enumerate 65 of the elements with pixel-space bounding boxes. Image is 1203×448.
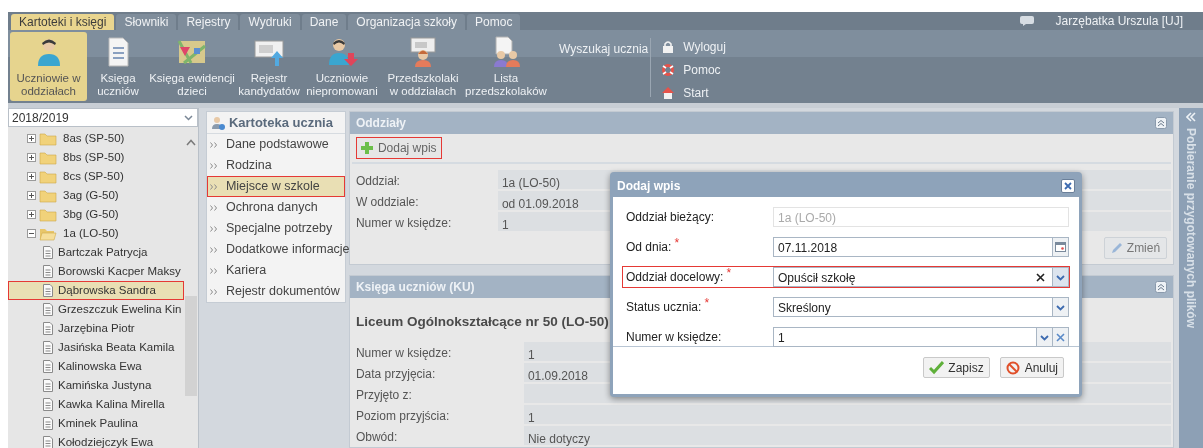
school-name: Liceum Ogólnokształcące nr 50 (LO-50) [354,313,610,331]
nav-item[interactable]: Dane podstawowe [206,134,345,155]
field-label: Przyjęto z: [354,387,413,404]
tree-node[interactable]: Kalinowska Ewa [8,357,184,376]
change-button[interactable]: Zmień [1103,237,1168,259]
session-link[interactable]: Pomoc [683,61,721,79]
field-label: Status ucznia: [626,299,702,316]
nav-item[interactable]: Kariera [206,260,345,281]
tree-node[interactable]: 3bg (G-50) [8,205,184,224]
field-label: W oddziale: [354,194,420,210]
tree-node[interactable]: Kołodziejczyk Ewa [8,433,184,448]
tree-node[interactable]: Kamińska Justyna [8,376,184,395]
nav-item[interactable]: Rodzina [206,155,345,176]
tree-node[interactable]: Dąbrowska Sandra [8,281,184,300]
tree-node[interactable]: 1a (LO-50) [8,224,184,243]
menu-tab[interactable]: Kartoteki i księgi [11,14,115,30]
input-field[interactable]: 07.11.2018 [773,237,1069,257]
tree-node[interactable]: Kminek Paulina [8,414,184,433]
field-label: Oddział docelowy: [626,269,724,286]
field-label: Od dnia: [626,239,672,256]
field-label: Obwód: [354,429,399,446]
field-label: Data przyjęcia: [354,366,437,383]
input-field[interactable]: Skreślony [773,297,1069,317]
dialog-button[interactable]: Zapisz [923,357,990,378]
panel-title: Kartoteka ucznia [228,113,333,132]
tree-node[interactable]: Kawka Kalina Mirella [8,395,184,414]
add-entry-button[interactable]: Dodaj wpis [355,137,442,159]
field-value: 1 [523,405,1172,425]
user-name: Jarzębatka Urszula [UJ] [1055,13,1183,30]
nav-item[interactable]: Ochrona danych [206,197,345,218]
tree-node[interactable]: Grzeszczuk Ewelina Kin [8,300,184,319]
nav-item[interactable]: Miejsce w szkole [206,176,345,197]
tree-node[interactable]: Borowski Kacper Maksy [8,262,184,281]
toolbar-button[interactable]: Uczniowie niepromowani [303,32,381,101]
tree-node[interactable]: 8cs (SP-50) [8,167,184,186]
field-label: Numer w księdze: [354,345,453,362]
tree-node[interactable]: 8as (SP-50) [8,129,184,148]
toolbar-button[interactable]: Uczniowie w oddziałach [10,32,87,101]
toolbar-button[interactable]: Rejestr kandydatów [237,32,301,101]
field-value: Nie dotyczy [523,426,1172,446]
panel-title: Oddziały [355,115,406,132]
required-mark: * [704,298,710,308]
required-mark: * [674,238,680,248]
nav-item[interactable]: Rejestr dokumentów [206,281,345,302]
field-label: Numer w księdze: [354,215,453,231]
toolbar-button[interactable]: Księga ewidencji dzieci [149,32,235,101]
tree-node[interactable]: 3ag (G-50) [8,186,184,205]
nav-item[interactable]: Specjalne potrzeby [206,218,345,239]
field-label: Oddział bieżący: [626,209,715,226]
input-field[interactable]: Opuścił szkołę [773,267,1069,287]
required-mark: * [726,268,732,278]
dialog-button[interactable]: Anuluj [999,357,1064,378]
tree-node[interactable]: Jasińska Beata Kamila [8,338,184,357]
panel-title: Księga uczniów (KU) [355,279,475,296]
toolbar-button[interactable]: Lista przedszkolaków [465,32,547,101]
tree-node[interactable]: Jarzębina Piotr [8,319,184,338]
tree-node[interactable]: Bartczak Patrycja [8,243,184,262]
toolbar-button[interactable]: Przedszkolaki w oddziałach [383,32,463,101]
input-field[interactable]: 1 [773,327,1069,347]
tree-node[interactable]: 8bs (SP-50) [8,148,184,167]
session-link[interactable]: Start [683,84,709,102]
field-label: Oddział: [354,173,401,189]
year-select[interactable]: 2018/2019 [8,108,198,127]
field-label: Poziom przyjścia: [354,408,451,425]
toolbar-button[interactable]: Księga uczniów [89,32,147,101]
